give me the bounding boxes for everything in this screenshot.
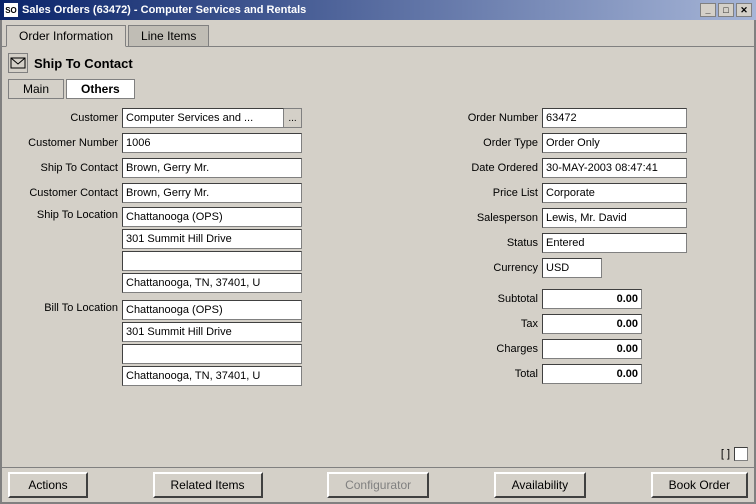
customer-input-group: ... — [122, 108, 302, 128]
status-row: Status — [448, 232, 748, 254]
ship-to-contact-row: Ship To Contact — [8, 157, 438, 179]
ship-location-input[interactable] — [122, 207, 302, 227]
charges-label: Charges — [448, 343, 538, 355]
bill-to-location-row: Bill To Location — [8, 300, 438, 386]
customer-label: Customer — [8, 112, 118, 124]
customer-number-input[interactable] — [122, 133, 302, 153]
checkbox[interactable] — [734, 447, 748, 461]
actions-button[interactable]: Actions — [8, 472, 88, 498]
ship-to-location-row: Ship To Location — [8, 207, 438, 293]
content-area: Ship To Contact Main Others Customer ... — [2, 46, 754, 467]
maximize-button[interactable]: □ — [718, 3, 734, 17]
close-button[interactable]: ✕ — [736, 3, 752, 17]
ship-to-location-inputs — [122, 207, 302, 293]
top-tabs: Order Information Line Items — [2, 20, 754, 46]
bill-addr1-input[interactable] — [122, 322, 302, 342]
status-input[interactable] — [542, 233, 687, 253]
customer-number-row: Customer Number — [8, 132, 438, 154]
sub-tab-main[interactable]: Main — [8, 79, 64, 99]
customer-row: Customer ... — [8, 107, 438, 129]
order-type-label: Order Type — [448, 137, 538, 149]
salesperson-label: Salesperson — [448, 212, 538, 224]
date-ordered-label: Date Ordered — [448, 162, 538, 174]
title-bar: SO Sales Orders (63472) - Computer Servi… — [0, 0, 756, 20]
salesperson-input[interactable] — [542, 208, 687, 228]
section-title: Ship To Contact — [34, 56, 133, 71]
salesperson-row: Salesperson — [448, 207, 748, 229]
section-header: Ship To Contact — [8, 53, 748, 73]
customer-contact-row: Customer Contact — [8, 182, 438, 204]
currency-input[interactable] — [542, 258, 602, 278]
charges-input[interactable] — [542, 339, 642, 359]
bill-to-location-label: Bill To Location — [8, 300, 118, 314]
ship-to-contact-input[interactable] — [122, 158, 302, 178]
total-row: Total — [448, 363, 748, 385]
subtotal-input[interactable] — [542, 289, 642, 309]
status-label: Status — [448, 237, 538, 249]
ship-to-contact-icon — [8, 53, 28, 73]
currency-label: Currency — [448, 262, 538, 274]
subtotal-label: Subtotal — [448, 293, 538, 305]
order-number-input[interactable] — [542, 108, 687, 128]
customer-contact-label: Customer Contact — [8, 187, 118, 199]
ship-to-contact-label: Ship To Contact — [8, 162, 118, 174]
tax-label: Tax — [448, 318, 538, 330]
sub-tabs: Main Others — [8, 79, 748, 99]
order-number-row: Order Number — [448, 107, 748, 129]
order-type-row: Order Type — [448, 132, 748, 154]
customer-btn[interactable]: ... — [284, 108, 302, 128]
configurator-button: Configurator — [327, 472, 429, 498]
checkbox-brackets: [ ] — [721, 448, 730, 460]
availability-button[interactable]: Availability — [494, 472, 586, 498]
tax-input[interactable] — [542, 314, 642, 334]
main-window: Order Information Line Items Ship To Con… — [0, 20, 756, 504]
price-list-row: Price List — [448, 182, 748, 204]
customer-input[interactable] — [122, 108, 284, 128]
currency-row: Currency — [448, 257, 748, 279]
tax-row: Tax — [448, 313, 748, 335]
app-icon: SO — [4, 3, 18, 17]
ship-addr1-input[interactable] — [122, 229, 302, 249]
form-right: Order Number Order Type Date Ordered Pri… — [448, 107, 748, 461]
sub-tab-others[interactable]: Others — [66, 79, 135, 99]
related-items-button[interactable]: Related Items — [153, 472, 263, 498]
date-ordered-row: Date Ordered — [448, 157, 748, 179]
order-number-label: Order Number — [448, 112, 538, 124]
date-ordered-input[interactable] — [542, 158, 687, 178]
total-label: Total — [448, 368, 538, 380]
book-order-button[interactable]: Book Order — [651, 472, 748, 498]
tab-order-information[interactable]: Order Information — [6, 25, 126, 47]
price-list-input[interactable] — [542, 183, 687, 203]
window-controls: _ □ ✕ — [700, 3, 752, 17]
customer-contact-input[interactable] — [122, 183, 302, 203]
ship-addr3-input[interactable] — [122, 273, 302, 293]
total-input[interactable] — [542, 364, 642, 384]
form-area: Customer ... Customer Number Ship To Con… — [8, 107, 748, 461]
tab-line-items[interactable]: Line Items — [128, 25, 209, 47]
customer-number-label: Customer Number — [8, 137, 118, 149]
ship-to-location-label: Ship To Location — [8, 207, 118, 221]
subtotal-row: Subtotal — [448, 288, 748, 310]
price-list-label: Price List — [448, 187, 538, 199]
order-type-input[interactable] — [542, 133, 687, 153]
window-title: Sales Orders (63472) - Computer Services… — [22, 4, 306, 16]
charges-row: Charges — [448, 338, 748, 360]
bill-addr3-input[interactable] — [122, 366, 302, 386]
bottom-bar: Actions Related Items Configurator Avail… — [2, 467, 754, 502]
ship-addr2-input[interactable] — [122, 251, 302, 271]
bill-location-input[interactable] — [122, 300, 302, 320]
bill-to-location-inputs — [122, 300, 302, 386]
form-left: Customer ... Customer Number Ship To Con… — [8, 107, 438, 461]
minimize-button[interactable]: _ — [700, 3, 716, 17]
bill-addr2-input[interactable] — [122, 344, 302, 364]
